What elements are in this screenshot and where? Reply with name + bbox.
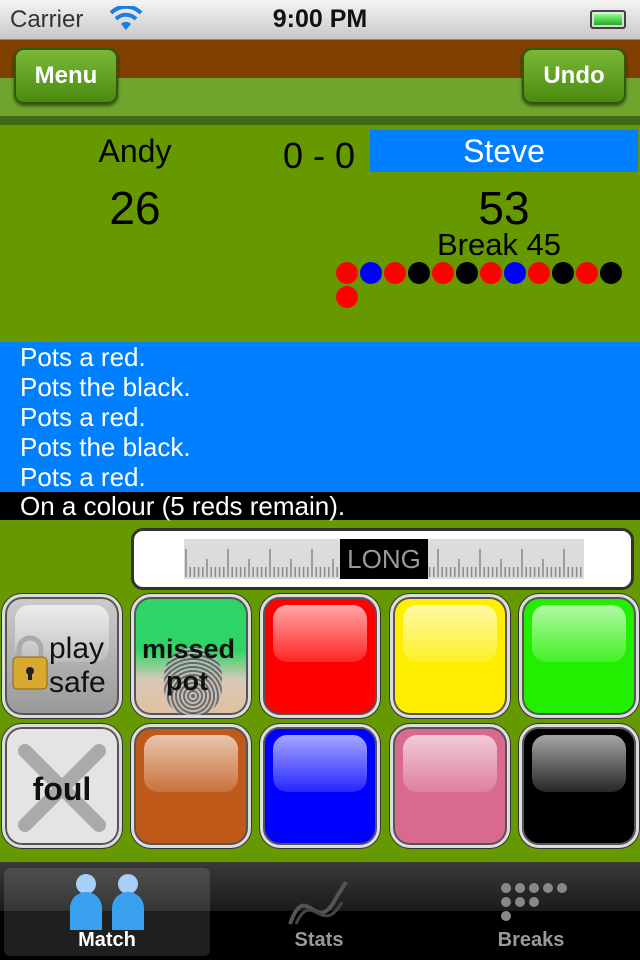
- frame-score: 0 - 0: [282, 135, 356, 176]
- blue-ball-icon: [504, 262, 526, 284]
- pink-ball-button[interactable]: [390, 724, 510, 848]
- padlock-icon: [12, 635, 48, 690]
- green-ball-button[interactable]: [519, 594, 639, 718]
- black-ball-icon: [408, 262, 430, 284]
- red-ball-icon: [528, 262, 550, 284]
- black-ball-icon: [552, 262, 574, 284]
- status-bar: Carrier 9:00 PM: [0, 0, 640, 40]
- player2-name: Steve: [370, 130, 638, 172]
- current-state: On a colour (5 reds remain).: [0, 492, 640, 520]
- tab-stats[interactable]: Stats: [216, 868, 422, 956]
- black-ball-button[interactable]: [519, 724, 639, 848]
- break-balls: [336, 262, 636, 312]
- log-line: Pots the black.: [20, 432, 191, 462]
- foul-button[interactable]: foul: [2, 724, 122, 848]
- shot-length-slider[interactable]: LONG: [131, 528, 634, 590]
- tab-bar: Match Stats Breaks: [0, 862, 640, 960]
- player1-score: 26: [109, 182, 161, 234]
- tab-label: Match: [78, 929, 136, 951]
- chart-icon: [288, 880, 348, 925]
- clock: 9:00 PM: [272, 5, 368, 33]
- black-ball-icon: [600, 262, 622, 284]
- red-ball-icon: [384, 262, 406, 284]
- dots-icon: [501, 883, 567, 921]
- yellow-ball-button[interactable]: [390, 594, 510, 718]
- log-line: Pots a red.: [20, 402, 146, 432]
- red-ball-button[interactable]: [260, 594, 380, 718]
- foul-label: foul: [32, 771, 92, 807]
- battery-full-icon: [590, 10, 626, 29]
- shot-length-value: LONG: [340, 539, 428, 579]
- player1-name: Andy: [98, 133, 172, 169]
- play-safe-label-2: safe: [49, 666, 106, 699]
- tab-label: Breaks: [497, 929, 565, 951]
- missed-pot-button[interactable]: missed pot: [131, 594, 251, 718]
- blue-ball-icon: [360, 262, 382, 284]
- blue-ball-button[interactable]: [260, 724, 380, 848]
- red-ball-icon: [576, 262, 598, 284]
- red-ball-icon: [336, 262, 358, 284]
- menu-button[interactable]: Menu: [14, 48, 118, 104]
- brown-ball-button[interactable]: [131, 724, 251, 848]
- log-line: Pots the black.: [20, 372, 191, 402]
- play-safe-button[interactable]: play safe: [2, 594, 122, 718]
- black-ball-icon: [456, 262, 478, 284]
- play-safe-label-1: play: [49, 632, 105, 665]
- players-icon: [70, 874, 144, 930]
- undo-button[interactable]: Undo: [522, 48, 626, 104]
- scoreboard: Andy 26 0 - 0 Steve 53 Break 45: [0, 125, 640, 342]
- shot-log: Pots a red. Pots the black. Pots a red. …: [0, 342, 640, 492]
- missed-pot-label-2: pot: [166, 666, 208, 696]
- missed-pot-label-1: missed: [142, 634, 236, 664]
- tab-match[interactable]: Match: [4, 868, 210, 956]
- log-line: Pots a red.: [20, 462, 146, 492]
- log-line: Pots a red.: [20, 342, 146, 372]
- red-ball-icon: [480, 262, 502, 284]
- break-label: Break 45: [436, 227, 562, 262]
- red-ball-icon: [432, 262, 454, 284]
- red-ball-icon: [336, 286, 358, 308]
- header: Menu Undo: [0, 40, 640, 125]
- tab-label: Stats: [294, 929, 344, 951]
- tab-breaks[interactable]: Breaks: [428, 868, 634, 956]
